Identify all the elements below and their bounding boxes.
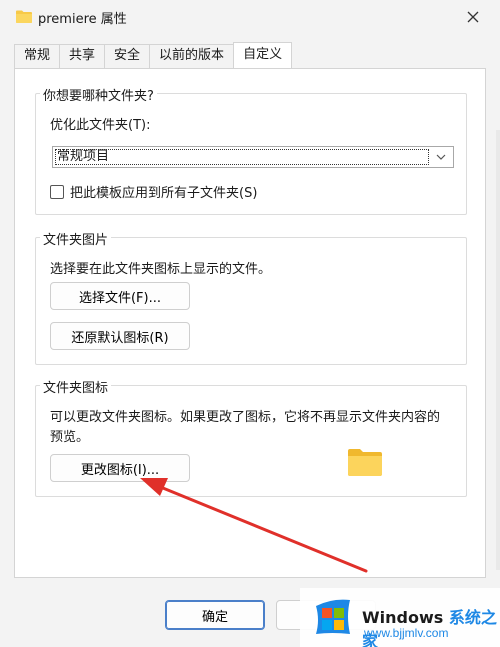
apply-subfolders-checkbox[interactable] [50, 184, 64, 199]
close-button[interactable] [462, 6, 484, 28]
optimize-label: 优化此文件夹(T): [50, 118, 151, 133]
window-title: premiere 属性 [38, 12, 127, 27]
window-edge [496, 130, 500, 570]
folder-icon [16, 10, 32, 23]
tab-security[interactable]: 安全 [104, 44, 151, 68]
change-icon-button[interactable]: 更改图标(I)... [50, 454, 190, 482]
watermark-url: www.bjjmlv.com [364, 626, 449, 640]
optimize-select[interactable]: 常规项目 [52, 146, 454, 168]
tab-general[interactable]: 常规 [14, 44, 61, 68]
tab-previous-versions[interactable]: 以前的版本 [149, 44, 235, 68]
folder-preview-icon [348, 449, 382, 476]
chevron-down-icon [436, 154, 446, 160]
tab-sharing[interactable]: 共享 [59, 44, 106, 68]
folder-icon-description-line1: 可以更改文件夹图标。如果更改了图标，它将不再显示文件夹内容的 [50, 410, 441, 425]
folder-type-heading: 你想要哪种文件夹? [40, 85, 157, 104]
properties-dialog: premiere 属性 常规 共享 安全 以前的版本 自定义 你想要哪种文件夹?… [0, 0, 500, 647]
tab-strip: 常规 共享 安全 以前的版本 自定义 [14, 42, 293, 68]
optimize-select-value: 常规项目 [57, 149, 110, 164]
watermark-title-windows: Windows [362, 608, 444, 627]
folder-picture-heading: 文件夹图片 [40, 229, 112, 248]
choose-file-button[interactable]: 选择文件(F)... [50, 282, 190, 310]
folder-picture-description: 选择要在此文件夹图标上显示的文件。 [50, 262, 272, 277]
folder-icon-description-line2: 预览。 [50, 430, 90, 445]
tab-customize[interactable]: 自定义 [233, 42, 293, 68]
watermark-badge: Windows 系统之家 www.bjjmlv.com [300, 588, 500, 647]
ok-button[interactable]: 确定 [165, 600, 265, 630]
customize-panel: 你想要哪种文件夹? 优化此文件夹(T): 常规项目 把此模板应用到所有子文件夹(… [14, 68, 486, 578]
select-focus-ring [55, 149, 429, 165]
folder-type-group: 你想要哪种文件夹? 优化此文件夹(T): 常规项目 把此模板应用到所有子文件夹(… [35, 85, 467, 215]
close-icon [467, 11, 479, 23]
title-bar: premiere 属性 [0, 0, 500, 34]
windows-logo-icon [316, 599, 350, 634]
folder-icon-group: 文件夹图标 可以更改文件夹图标。如果更改了图标，它将不再显示文件夹内容的 预览。… [35, 377, 467, 497]
folder-icon-heading: 文件夹图标 [40, 377, 112, 396]
apply-subfolders-label: 把此模板应用到所有子文件夹(S) [70, 186, 258, 201]
apply-subfolders-checkbox-row[interactable]: 把此模板应用到所有子文件夹(S) [50, 182, 257, 201]
restore-default-button[interactable]: 还原默认图标(R) [50, 322, 190, 350]
folder-picture-group: 文件夹图片 选择要在此文件夹图标上显示的文件。 选择文件(F)... 还原默认图… [35, 229, 467, 365]
